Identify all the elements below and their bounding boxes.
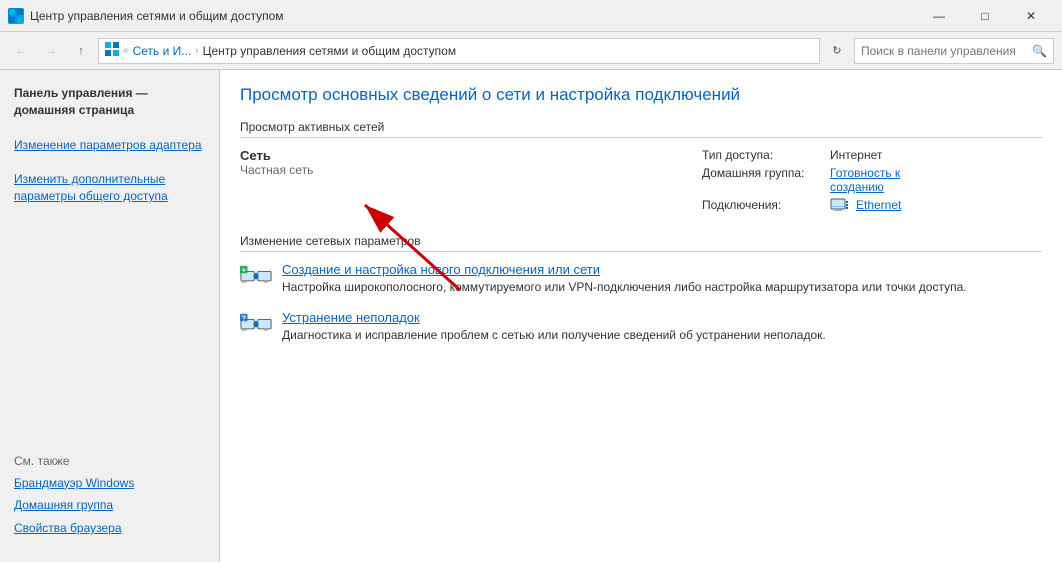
access-type-value: Интернет (830, 148, 882, 162)
window-title: Центр управления сетями и общим доступом (30, 9, 916, 23)
monitor-icon (830, 198, 848, 212)
breadcrumb-sep-1: « (123, 45, 129, 56)
titlebar: Центр управления сетями и общим доступом… (0, 0, 1062, 32)
active-networks-section: Сеть Частная сеть Тип доступа: Интернет … (240, 148, 1042, 218)
window-controls: — □ ✕ (916, 0, 1054, 32)
search-bar: 🔍 (854, 38, 1054, 64)
content-area: Просмотр основных сведений о сети и наст… (220, 70, 1062, 562)
new-connection-text: Создание и настройка нового подключения … (282, 262, 1042, 296)
sidebar-home-link: Панель управления —домашняя страница (0, 82, 219, 122)
home-group-value[interactable]: Готовность ксозданию (830, 166, 900, 194)
breadcrumb-bar: « Сеть и И... › Центр управления сетями … (98, 38, 820, 64)
new-connection-item: + Создание и настройка нового подключени… (240, 262, 1042, 296)
back-button[interactable]: ← (8, 38, 34, 64)
network-details: Тип доступа: Интернет Домашняя группа: Г… (702, 148, 1042, 218)
svg-text:?: ? (241, 313, 246, 322)
page-title: Просмотр основных сведений о сети и наст… (240, 84, 1042, 106)
change-settings-label: Изменение сетевых параметров (240, 234, 1042, 252)
minimize-button[interactable]: — (916, 0, 962, 32)
up-button[interactable]: ↑ (68, 38, 94, 64)
new-connection-desc: Настройка широкополосного, коммутируемог… (282, 279, 1042, 296)
troubleshoot-icon: ? (240, 312, 272, 340)
breadcrumb-sep-2: › (195, 45, 198, 56)
svg-text:+: + (242, 265, 247, 274)
troubleshoot-item: ? Устранение неполадок Диагностика и исп… (240, 310, 1042, 344)
active-networks-label: Просмотр активных сетей (240, 120, 1042, 138)
sidebar-firewall-link[interactable]: Брандмауэр Windows (0, 472, 219, 495)
close-button[interactable]: ✕ (1008, 0, 1054, 32)
home-group-row: Домашняя группа: Готовность ксозданию (702, 166, 1042, 194)
connection-icon (830, 198, 848, 212)
troubleshoot-text: Устранение неполадок Диагностика и испра… (282, 310, 1042, 344)
network-plus-icon: + (240, 265, 272, 291)
access-type-row: Тип доступа: Интернет (702, 148, 1042, 162)
network-info: Сеть Частная сеть (240, 148, 702, 218)
sidebar-homegroup-link[interactable]: Домашняя группа (0, 494, 219, 517)
app-icon (8, 8, 24, 24)
breadcrumb-home-icon (105, 42, 119, 59)
breadcrumb-network[interactable]: Сеть и И... (133, 44, 192, 58)
main-container: Панель управления —домашняя страница Изм… (0, 70, 1062, 562)
maximize-button[interactable]: □ (962, 0, 1008, 32)
connections-row: Подключения: Ethernet (702, 198, 1042, 212)
breadcrumb-current: Центр управления сетями и общим доступом (203, 44, 457, 58)
sidebar-adapter-link[interactable]: Изменение параметров адаптера (0, 134, 219, 157)
search-icon[interactable]: 🔍 (1032, 44, 1047, 58)
troubleshoot-icon-svg: ? (240, 313, 272, 339)
new-connection-link[interactable]: Создание и настройка нового подключения … (282, 262, 1042, 277)
home-group-label: Домашняя группа: (702, 166, 822, 180)
sidebar: Панель управления —домашняя страница Изм… (0, 70, 220, 562)
network-name: Сеть (240, 148, 692, 163)
sidebar-browser-link[interactable]: Свойства браузера (0, 517, 219, 540)
sidebar-sharing-link[interactable]: Изменить дополнительные параметры общего… (0, 168, 219, 208)
network-type: Частная сеть (240, 163, 692, 177)
refresh-button[interactable]: ↻ (824, 38, 850, 64)
forward-button[interactable]: → (38, 38, 64, 64)
search-input[interactable] (861, 44, 1028, 58)
new-connection-icon: + (240, 264, 272, 292)
troubleshoot-desc: Диагностика и исправление проблем с сеть… (282, 327, 1042, 344)
sidebar-also-label: См. также (0, 446, 219, 472)
connections-label: Подключения: (702, 198, 822, 212)
connections-value[interactable]: Ethernet (856, 198, 901, 212)
access-type-label: Тип доступа: (702, 148, 822, 162)
addressbar: ← → ↑ « Сеть и И... › Центр управления с… (0, 32, 1062, 70)
troubleshoot-link[interactable]: Устранение неполадок (282, 310, 1042, 325)
change-settings-section: Изменение сетевых параметров + (240, 234, 1042, 344)
